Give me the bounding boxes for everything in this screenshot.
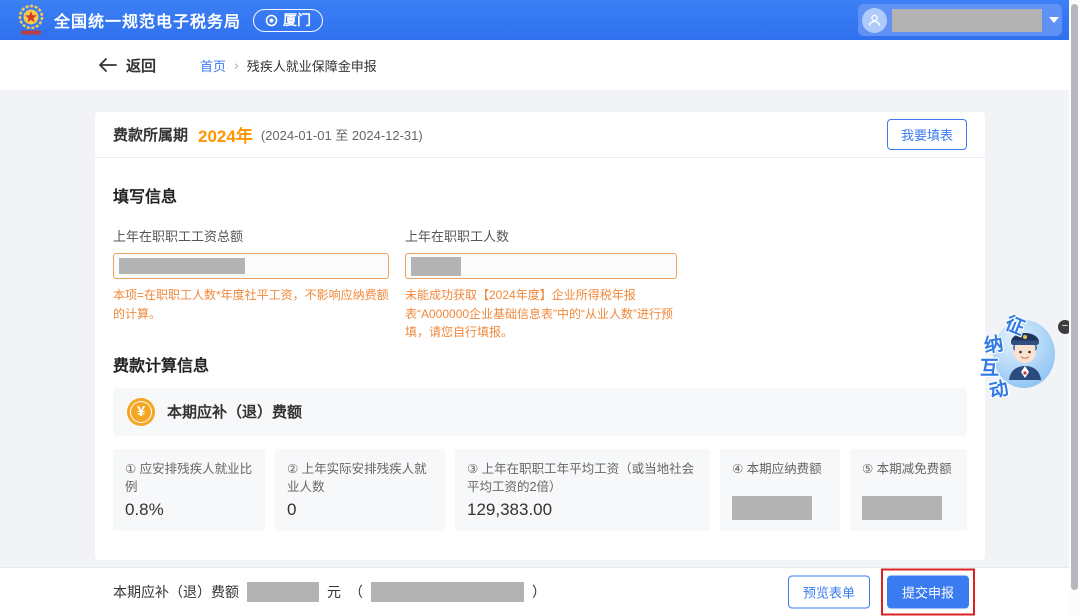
footer-paren-close: ） xyxy=(532,582,546,602)
fee-period-year: 2024年 xyxy=(198,122,253,147)
preview-form-button[interactable]: 预览表单 xyxy=(788,576,870,609)
declaration-card: 费款所属期 2024年 (2024-01-01 至 2024-12-31) 我要… xyxy=(95,112,985,560)
back-button[interactable]: 返回 xyxy=(98,55,156,76)
calc-table: ① 应安排残疾人就业比例 0.8% ② 上年实际安排残疾人就业人数 0 ③ 上年… xyxy=(113,449,967,531)
employee-count-label: 上年在职职工人数 xyxy=(405,226,677,245)
user-avatar-icon xyxy=(862,8,887,33)
location-pin-icon xyxy=(265,14,278,27)
breadcrumb-home[interactable]: 首页 xyxy=(200,56,226,75)
breadcrumb: 首页 › 残疾人就业保障金申报 xyxy=(200,56,377,75)
footer-paren-open: （ xyxy=(349,582,363,602)
tax-bureau-logo-icon xyxy=(16,4,46,36)
col-disabled-employed: ② 上年实际安排残疾人就业人数 0 xyxy=(275,449,445,531)
col-reduction-amount: ⑤ 本期减免费额 xyxy=(850,449,967,531)
back-arrow-icon xyxy=(98,58,117,72)
col-header: ⑤ 本期减免费额 xyxy=(862,460,955,478)
col-average-wage: ③ 上年在职职工年平均工资（或当地社会平均工资的2倍） 129,383.00 xyxy=(455,449,710,531)
wage-total-input[interactable] xyxy=(113,253,389,279)
app-header: 全国统一规范电子税务局 厦门 xyxy=(0,0,1080,40)
breadcrumb-current: 残疾人就业保障金申报 xyxy=(247,56,377,75)
redacted-wage-total-value xyxy=(119,258,245,274)
breadcrumb-bar: 返回 首页 › 残疾人就业保障金申报 xyxy=(0,40,1080,90)
user-menu[interactable] xyxy=(858,4,1062,36)
submit-declaration-button[interactable]: 提交申报 xyxy=(887,576,969,609)
col-value: 0.8% xyxy=(125,500,253,520)
field-employee-count: 上年在职职工人数 未能成功获取【2024年度】企业所得税年报表“A000000企… xyxy=(405,226,677,342)
col-header: ① 应安排残疾人就业比例 xyxy=(125,460,253,496)
footer-buttons: 预览表单 提交申报 xyxy=(788,569,975,616)
chevron-down-icon xyxy=(1049,17,1059,23)
wage-total-label: 上年在职职工工资总额 xyxy=(113,226,389,245)
coin-icon: ¥ xyxy=(127,398,155,426)
wage-total-note: 本项=在职职工人数*年度社平工资，不影响应纳费额的计算。 xyxy=(113,286,389,324)
calc-info-title: 费款计算信息 xyxy=(113,352,967,376)
col-header: ② 上年实际安排残疾人就业人数 xyxy=(287,460,433,496)
employee-count-input[interactable] xyxy=(405,253,677,279)
fee-period-row: 费款所属期 2024年 (2024-01-01 至 2024-12-31) 我要… xyxy=(95,112,985,158)
calc-info-section: 费款计算信息 ¥ 本期应补（退）费额 ① 应安排残疾人就业比例 0.8% ② 上… xyxy=(95,352,985,531)
redacted-employee-count-value xyxy=(411,257,461,276)
fee-period-label: 费款所属期 xyxy=(113,124,188,145)
payable-panel-title: 本期应补（退）费额 xyxy=(167,401,302,422)
breadcrumb-separator-icon: › xyxy=(234,57,239,73)
tax-interaction-assistant-widget[interactable]: 征 纳 互 动 − xyxy=(975,308,1077,408)
employee-count-note: 未能成功获取【2024年度】企业所得税年报表“A000000企业基础信息表”中的… xyxy=(405,286,677,342)
app-title: 全国统一规范电子税务局 xyxy=(54,8,241,32)
footer-payable-label: 本期应补（退）费额 xyxy=(113,582,239,602)
fee-period-range: (2024-01-01 至 2024-12-31) xyxy=(261,125,423,144)
screen: 全国统一规范电子税务局 厦门 返回 xyxy=(0,0,1080,616)
location-label: 厦门 xyxy=(283,10,311,30)
fill-form-button[interactable]: 我要填表 xyxy=(887,119,967,150)
redacted-payable-amount xyxy=(732,496,812,520)
scrollbar-thumb[interactable] xyxy=(1071,4,1078,590)
location-selector[interactable]: 厦门 xyxy=(253,9,323,32)
footer-unit: 元 xyxy=(327,582,341,602)
col-employment-ratio: ① 应安排残疾人就业比例 0.8% xyxy=(113,449,265,531)
fill-info-section: 填写信息 上年在职职工工资总额 本项=在职职工人数*年度社平工资，不影响应纳费额… xyxy=(95,183,985,342)
payable-panel: ¥ 本期应补（退）费额 xyxy=(113,388,967,436)
scrollbar-track xyxy=(1069,0,1080,616)
field-wage-total: 上年在职职工工资总额 本项=在职职工人数*年度社平工资，不影响应纳费额的计算。 xyxy=(113,226,389,342)
col-value: 0 xyxy=(287,500,433,520)
col-value: 129,383.00 xyxy=(467,500,698,520)
fill-info-title: 填写信息 xyxy=(113,183,967,207)
redacted-footer-amount xyxy=(247,582,319,602)
col-payable-amount: ④ 本期应纳费额 xyxy=(720,449,840,531)
col-header: ③ 上年在职职工年平均工资（或当地社会平均工资的2倍） xyxy=(467,460,698,496)
redacted-username xyxy=(892,9,1042,32)
back-label: 返回 xyxy=(126,55,156,76)
redacted-footer-amount-words xyxy=(371,582,524,602)
redacted-reduction-amount xyxy=(862,496,942,520)
fill-info-form: 上年在职职工工资总额 本项=在职职工人数*年度社平工资，不影响应纳费额的计算。 … xyxy=(113,226,967,342)
submit-annotation-box: 提交申报 xyxy=(881,569,975,616)
action-footer: 本期应补（退）费额 元 （ ） 预览表单 提交申报 xyxy=(0,567,1080,616)
footer-summary: 本期应补（退）费额 元 （ ） xyxy=(113,568,546,616)
col-header: ④ 本期应纳费额 xyxy=(732,460,828,478)
